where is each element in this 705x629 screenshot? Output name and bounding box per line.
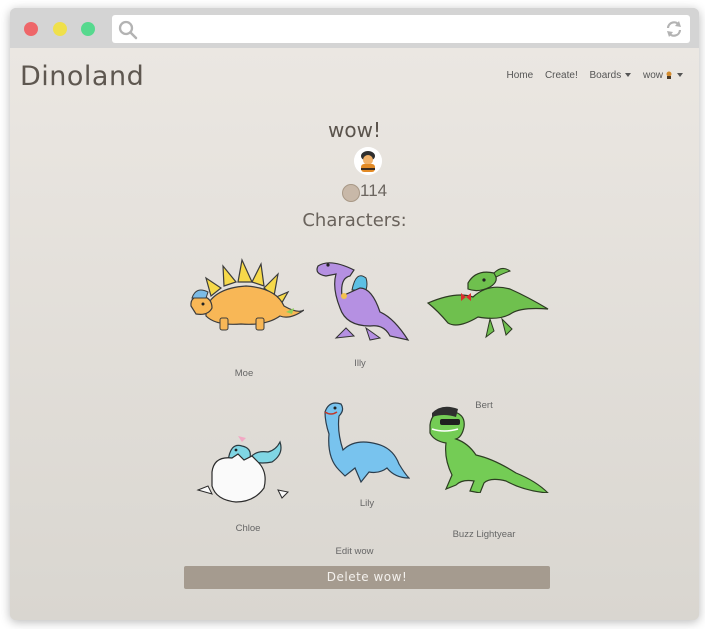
character-buzz-lightyear[interactable]: Buzz Lightyear	[420, 403, 550, 540]
character-illy[interactable]: Illy	[310, 248, 410, 369]
character-label: Moe	[234, 368, 254, 379]
character-chloe[interactable]: Chloe	[192, 428, 297, 534]
character-label: Buzz Lightyear	[452, 529, 516, 540]
chevron-down-icon	[625, 73, 632, 78]
user-avatar-icon	[666, 71, 672, 80]
maximize-window-button[interactable]	[81, 22, 95, 36]
board-title: wow!	[328, 118, 381, 142]
spinosaurus-image	[316, 262, 410, 341]
address-bar[interactable]	[112, 15, 690, 43]
pterodactyl-image	[426, 267, 549, 339]
coin-icon	[342, 184, 360, 202]
character-label: Lily	[359, 498, 375, 509]
coin-count: 114	[360, 181, 388, 200]
character-label: Illy	[354, 358, 366, 369]
edit-board-link[interactable]: Edit wow	[10, 546, 699, 557]
search-icon	[118, 20, 138, 40]
character-lily[interactable]: Lily	[315, 398, 410, 509]
delete-board-button[interactable]: Delete wow!	[184, 566, 550, 589]
characters-heading: Characters:	[302, 210, 407, 231]
avatar	[354, 147, 382, 175]
user-avatar-icon	[354, 147, 382, 175]
character-label: Chloe	[235, 523, 261, 534]
browser-chrome	[10, 8, 699, 48]
minimize-window-button[interactable]	[53, 22, 67, 36]
character-moe[interactable]: Moe	[186, 258, 304, 379]
t-rex-image	[429, 406, 549, 493]
nav-home[interactable]: Home	[506, 70, 533, 81]
hatchling-image	[196, 436, 290, 503]
browser-window: Dinoland Home Create! Boards wow wow! 11…	[10, 8, 699, 620]
nav-boards[interactable]: Boards	[590, 70, 632, 81]
character-bert[interactable]: Bert	[418, 263, 553, 411]
nav-user-label: wow	[642, 70, 663, 81]
nav-create[interactable]: Create!	[545, 70, 578, 81]
brachiosaurus-image	[324, 402, 410, 483]
brand-logo[interactable]: Dinoland	[20, 61, 144, 92]
chevron-down-icon	[677, 73, 683, 78]
nav-boards-label: Boards	[589, 70, 622, 81]
page: Dinoland Home Create! Boards wow wow! 11…	[10, 48, 699, 620]
reload-icon[interactable]	[664, 19, 684, 39]
top-nav: Home Create! Boards wow	[497, 70, 683, 81]
nav-user-menu[interactable]: wow	[643, 70, 683, 81]
stegosaurus-image	[190, 258, 304, 331]
close-window-button[interactable]	[24, 22, 38, 36]
